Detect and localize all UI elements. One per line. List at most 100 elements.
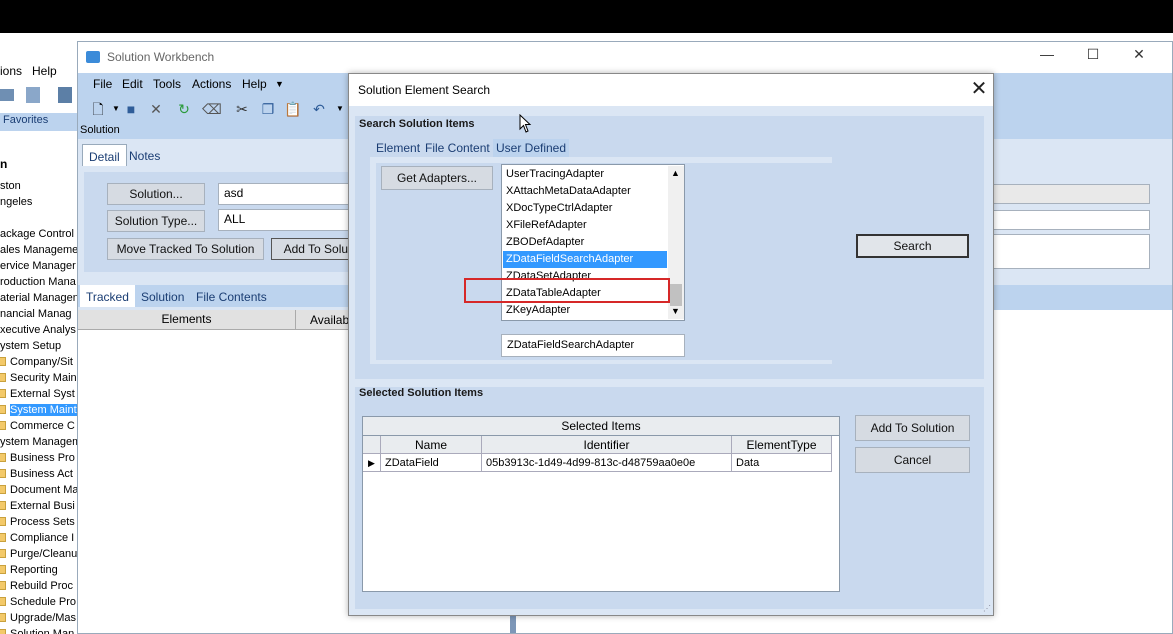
menu-actions[interactable]: Actions [192, 77, 231, 91]
undo-dropdown-icon[interactable]: ▼ [332, 101, 348, 117]
tree-item[interactable]: aterial Managen [0, 290, 78, 306]
add-to-solution-dialog-button[interactable]: Add To Solution [855, 415, 970, 441]
tree-item[interactable]: Business Act [0, 466, 78, 482]
minimize-icon[interactable]: — [1024, 46, 1070, 62]
column-available[interactable]: Availab [310, 313, 349, 327]
adapter-list-item[interactable]: ZBODefAdapter [506, 234, 584, 251]
new-dropdown-icon[interactable]: ▼ [108, 101, 124, 117]
tree-item[interactable]: ngeles [0, 194, 78, 210]
favorites-bar[interactable]: Favorites [0, 113, 78, 131]
tree-item[interactable]: xecutive Analys [0, 322, 78, 338]
menu-help[interactable]: Help [242, 77, 267, 91]
tree-item[interactable]: Upgrade/Mas [0, 610, 78, 626]
background-menu-item[interactable]: ions [0, 64, 22, 78]
column-identifier[interactable]: Identifier [482, 436, 732, 454]
row-header-corner [363, 436, 381, 454]
report-icon[interactable] [58, 87, 72, 103]
column-element-type[interactable]: ElementType [732, 436, 832, 454]
tab-solution[interactable]: Solution [135, 285, 190, 307]
cancel-button[interactable]: Cancel [855, 447, 970, 473]
solution-button[interactable]: Solution... [107, 183, 205, 205]
adapter-list-item[interactable]: XDocTypeCtrlAdapter [506, 200, 612, 217]
tree-item[interactable]: nancial Manag [0, 306, 78, 322]
tree-item[interactable]: ystem Setup [0, 338, 78, 354]
scroll-down-icon[interactable]: ▼ [671, 306, 680, 316]
adapter-list-item[interactable]: XAttachMetaDataAdapter [506, 183, 631, 200]
get-adapters-button[interactable]: Get Adapters... [381, 166, 493, 190]
resize-grip-icon[interactable]: ⋰ [983, 604, 991, 613]
adapter-list-item[interactable]: XFileRefAdapter [506, 217, 587, 234]
tree-item[interactable]: Process Sets [0, 514, 78, 530]
tree-item[interactable]: roduction Mana [0, 274, 78, 290]
cut-icon[interactable]: ✂ [234, 101, 250, 117]
refresh-icon[interactable]: ↻ [176, 101, 192, 117]
tree-item[interactable]: Reporting [0, 562, 78, 578]
tree-item[interactable]: ystem Managem [0, 434, 78, 450]
tree-item-label: Upgrade/Mas [10, 612, 77, 624]
adapter-list-item[interactable]: ZKeyAdapter [506, 302, 570, 319]
detail-field[interactable] [993, 210, 1150, 230]
tree-item[interactable]: Schedule Pro [0, 594, 78, 610]
tab-user-defined[interactable]: User Defined [493, 139, 570, 157]
menu-tools[interactable]: Tools [153, 77, 181, 91]
solution-type-field[interactable]: ALL [218, 209, 364, 231]
tree-item[interactable]: Purge/Cleanu [0, 546, 78, 562]
tab-file-contents[interactable]: File Contents [190, 285, 273, 307]
solution-field[interactable]: asd [218, 183, 364, 205]
tree-item[interactable]: Compliance I [0, 530, 78, 546]
tab-detail[interactable]: Detail [82, 144, 127, 166]
tree-item[interactable]: Commerce C [0, 418, 78, 434]
scroll-up-icon[interactable]: ▲ [671, 168, 680, 178]
tree-item[interactable]: External Busi [0, 498, 78, 514]
save-icon[interactable]: ■ [123, 101, 139, 117]
tree-item[interactable]: ales Manageme [0, 242, 78, 258]
tree-item[interactable]: System Maint [0, 402, 78, 418]
cell-element-type[interactable]: Data [732, 454, 832, 472]
search-button[interactable]: Search [856, 234, 969, 258]
new-document-icon[interactable]: 🗋 [90, 101, 106, 117]
eraser-icon[interactable]: ⌫ [202, 101, 222, 117]
cell-identifier[interactable]: 05b3913c-1d49-4d99-813c-d48759aa0e0e [482, 454, 732, 472]
detail-notes-field[interactable] [993, 234, 1150, 269]
solution-type-button[interactable]: Solution Type... [107, 210, 205, 232]
tree-item[interactable]: External Syst [0, 386, 78, 402]
tree-item[interactable]: ervice Manager [0, 258, 78, 274]
tab-file-content[interactable]: File Content [422, 139, 493, 157]
solution-label: Solution [80, 124, 120, 136]
adapter-name-field[interactable]: ZDataFieldSearchAdapter [501, 334, 685, 357]
menu-overflow-icon[interactable]: ▼ [275, 79, 284, 89]
tree-item[interactable]: Business Pro [0, 450, 78, 466]
maximize-icon[interactable]: ☐ [1070, 46, 1116, 63]
documents-icon[interactable] [26, 87, 40, 103]
background-menu-item-help[interactable]: Help [32, 64, 57, 78]
tree-item[interactable] [0, 210, 78, 226]
adapter-list-item[interactable]: UserTracingAdapter [506, 166, 604, 183]
row-selector-icon[interactable]: ▶ [363, 454, 381, 472]
listbox-scrollbar[interactable]: ▲ ▼ [668, 166, 684, 319]
close-icon[interactable]: ✕ [1116, 46, 1162, 63]
scroll-thumb[interactable] [670, 284, 682, 306]
copy-icon[interactable]: ❐ [260, 101, 276, 117]
tree-item[interactable]: Security Main [0, 370, 78, 386]
move-tracked-button[interactable]: Move Tracked To Solution [107, 238, 264, 260]
tree-item[interactable]: ston [0, 178, 78, 194]
tab-element[interactable]: Element [373, 139, 423, 157]
tree-item[interactable]: Solution Man [0, 626, 78, 634]
tree-item[interactable]: Rebuild Proc [0, 578, 78, 594]
tree-item[interactable]: ackage Control [0, 226, 78, 242]
address-book-icon[interactable] [0, 89, 14, 101]
paste-icon[interactable]: 📋 [284, 101, 301, 117]
menu-file[interactable]: File [93, 77, 112, 91]
adapter-list-item[interactable]: ZDataFieldSearchAdapter [503, 251, 667, 268]
menu-edit[interactable]: Edit [122, 77, 143, 91]
tab-tracked[interactable]: Tracked [80, 285, 135, 307]
tree-item[interactable]: Company/Sit [0, 354, 78, 370]
cell-name[interactable]: ZDataField [381, 454, 482, 472]
delete-icon[interactable]: ✕ [148, 101, 164, 117]
tree-item[interactable]: Document Ma [0, 482, 78, 498]
column-name[interactable]: Name [381, 436, 482, 454]
close-icon[interactable]: ✕ [967, 77, 991, 101]
undo-icon[interactable]: ↶ [311, 101, 327, 117]
column-elements[interactable]: Elements [78, 310, 296, 329]
tab-notes[interactable]: Notes [123, 144, 166, 166]
